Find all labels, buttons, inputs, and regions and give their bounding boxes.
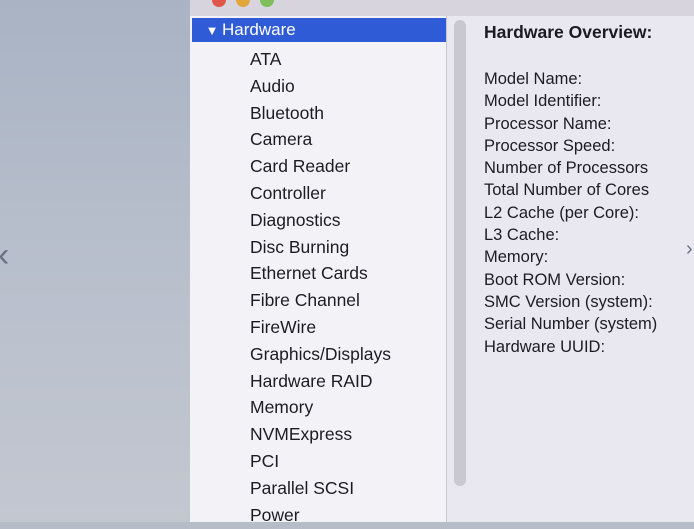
sidebar-item-fibre-channel[interactable]: Fibre Channel [250, 287, 391, 314]
field-label: Boot ROM Version: [484, 270, 626, 289]
sidebar-item-list: ATA Audio Bluetooth Camera Card Reader C… [250, 46, 391, 528]
field-label: L3 Cache: [484, 226, 560, 245]
field-label: Model Identifier: [484, 92, 602, 111]
sidebar-item-ata[interactable]: ATA [250, 46, 391, 73]
sidebar-item-pci[interactable]: PCI [250, 448, 391, 475]
overview-field-list: Model Name: Model Identifier: Processor … [484, 68, 657, 358]
title-bar [190, 0, 694, 16]
sidebar-item-disc-burning[interactable]: Disc Burning [250, 234, 391, 261]
sidebar-section-hardware[interactable]: ▼ Hardware [192, 18, 446, 42]
field-label: Number of Processors [484, 159, 649, 178]
disclosure-triangle-icon[interactable]: ▼ [204, 19, 220, 43]
sidebar-item-memory[interactable]: Memory [250, 394, 391, 421]
sidebar: ▼ Hardware ATA Audio Bluetooth Camera Car… [190, 16, 447, 525]
sidebar-item-firewire[interactable]: FireWire [250, 314, 391, 341]
field-label: Total Number of Cores [484, 181, 650, 200]
sidebar-item-nvmexpress[interactable]: NVMExpress [250, 421, 391, 448]
sidebar-scrollbar[interactable] [454, 20, 466, 486]
field-label: L2 Cache (per Core): [484, 203, 639, 222]
system-information-window: ▼ Hardware ATA Audio Bluetooth Camera Car… [190, 0, 694, 525]
field-label: Hardware UUID: [484, 337, 606, 356]
sidebar-item-graphics-displays[interactable]: Graphics/Displays [250, 341, 391, 368]
sidebar-item-diagnostics[interactable]: Diagnostics [250, 207, 391, 234]
sidebar-item-controller[interactable]: Controller [250, 180, 391, 207]
section-label: Hardware [222, 20, 296, 39]
field-label: Serial Number (system) [484, 315, 658, 334]
close-button[interactable] [212, 0, 226, 7]
sidebar-item-camera[interactable]: Camera [250, 126, 391, 153]
chevron-left-icon: ‹ [0, 236, 9, 275]
minimize-button[interactable] [236, 0, 250, 7]
sidebar-item-card-reader[interactable]: Card Reader [250, 153, 391, 180]
chevron-right-icon: › [686, 238, 693, 260]
field-label: SMC Version (system): [484, 292, 653, 311]
sidebar-item-power[interactable]: Power [250, 502, 391, 529]
zoom-button[interactable] [260, 0, 274, 7]
field-label: Model Name: [484, 70, 583, 88]
detail-title: Hardware Overview: [484, 22, 653, 42]
sidebar-item-audio[interactable]: Audio [250, 73, 391, 100]
desktop-background: ‹ [0, 0, 190, 522]
field-label: Processor Speed: [484, 136, 616, 155]
sidebar-item-hardware-raid[interactable]: Hardware RAID [250, 368, 391, 395]
sidebar-item-parallel-scsi[interactable]: Parallel SCSI [250, 475, 391, 502]
sidebar-item-bluetooth[interactable]: Bluetooth [250, 100, 391, 127]
sidebar-item-ethernet-cards[interactable]: Ethernet Cards [250, 260, 391, 287]
field-label: Memory: [484, 248, 549, 267]
detail-pane: Hardware Overview: Model Name: Model Ide… [472, 16, 694, 522]
field-label: Processor Name: [484, 114, 612, 133]
